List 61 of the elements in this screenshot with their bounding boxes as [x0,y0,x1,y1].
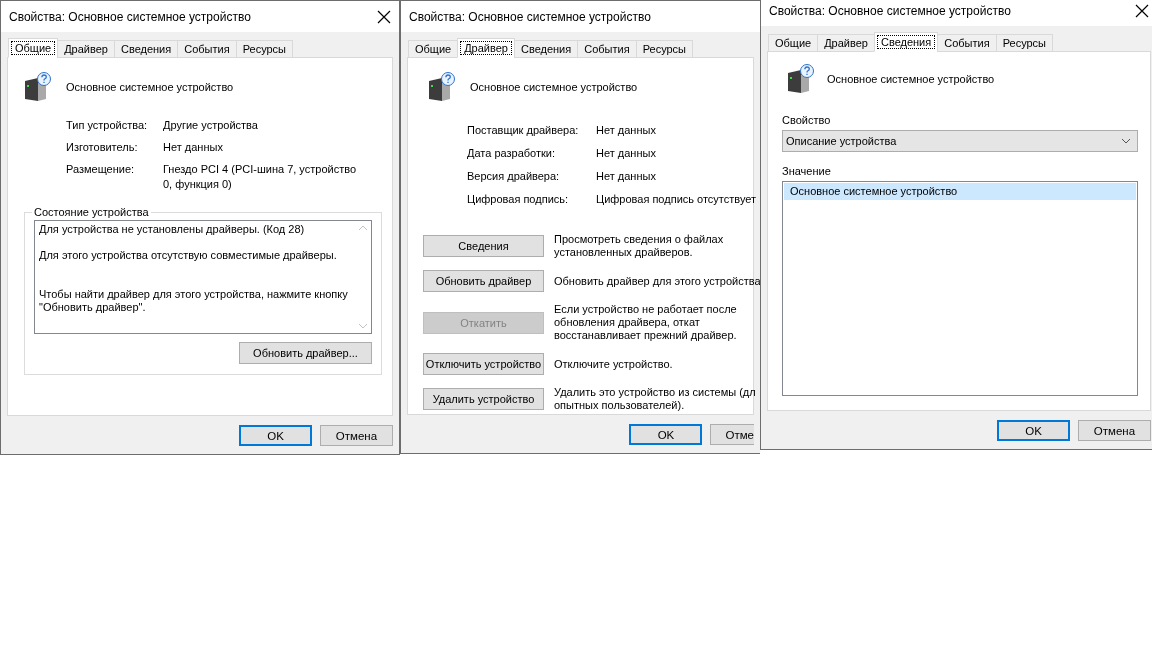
property-value: Нет данных [596,169,657,184]
cancel-button[interactable]: Отме [710,424,754,445]
action-button[interactable]: Сведения [423,235,544,257]
action-button[interactable]: Удалить устройство [423,388,544,410]
window-title: Свойства: Основное системное устройство [9,9,251,24]
action-button[interactable]: Обновить драйвер [423,270,544,292]
tab[interactable]: Ресурсы [995,34,1054,52]
tab[interactable]: Драйвер [457,38,515,58]
window-title: Свойства: Основное системное устройство [409,9,651,24]
tab[interactable]: Сведения [113,40,179,58]
unknown-device-icon [787,64,814,94]
property-label: Версия драйвера: [467,169,561,184]
action-description: Просмотреть сведения о файлах установленных драйверов. [554,233,725,259]
update-driver-button[interactable]: Обновить драйвер... [239,342,372,364]
tab[interactable]: События [937,34,997,52]
property-value: Нет данных [163,140,224,155]
tab[interactable]: Ресурсы [235,40,294,58]
value-label: Значение [782,164,832,178]
cancel-button[interactable]: Отмена [1078,420,1151,441]
property-label: Тип устройства: [66,118,149,133]
property-label: Свойство [782,113,832,127]
tab[interactable]: Сведения [513,40,579,58]
chevron-down-icon [1121,138,1131,144]
ok-button[interactable]: OK [239,425,312,446]
tab[interactable]: Сведения [873,32,939,52]
property-value: Нет данных [596,146,657,161]
tab[interactable]: Общие [408,40,459,58]
action-description: Отключите устройство. [554,357,674,371]
device-name: Основное системное устройство [470,81,638,93]
property-label: Дата разработки: [467,146,557,161]
property-label: Цифровая подпись: [467,192,570,207]
property-value: Нет данных [596,123,657,138]
cancel-button[interactable]: Отмена [320,425,393,446]
property-label: Изготовитель: [66,140,139,155]
ok-button[interactable]: OK [629,424,703,445]
tab[interactable]: Драйвер [817,34,875,52]
value-item[interactable]: Основное системное устройство [784,183,1136,200]
action-button[interactable]: Отключить устройство [423,353,544,375]
window-title: Свойства: Основное системное устройство [769,3,1011,18]
tab[interactable]: Драйвер [57,40,115,58]
tab[interactable]: Ресурсы [635,40,694,58]
property-value: Другие устройства [163,118,259,133]
action-description: Удалить это устройство из системы (дл опытных пользователей). [554,386,756,412]
property-label: Размещение: [66,162,136,177]
action-description: Если устройство не работает после обновления драйвера, откат восстанавливает прежний драйвер. [554,303,738,342]
property-dropdown[interactable]: Описание устройства [782,130,1138,152]
ok-button[interactable]: OK [997,420,1070,441]
property-value: Цифровая подпись отсутствует [596,192,758,207]
property-label: Поставщик драйвера: [467,123,580,138]
value-list[interactable]: Основное системное устройство [782,181,1138,396]
tab[interactable]: Общие [8,38,59,58]
unknown-device-icon [428,72,455,102]
property-value: Гнездо PCI 4 (PCI-шина 7, устройство 0, функция 0) [163,162,358,192]
close-icon[interactable] [377,9,391,24]
unknown-device-icon [24,72,51,102]
close-icon[interactable] [1135,3,1149,18]
action-description: Обновить драйвер для этого устройства [554,274,760,288]
device-name: Основное системное устройство [66,81,234,93]
tab[interactable]: Общие [768,34,819,52]
device-name: Основное системное устройство [827,73,995,85]
group-title: Состояние устройства [33,206,150,218]
